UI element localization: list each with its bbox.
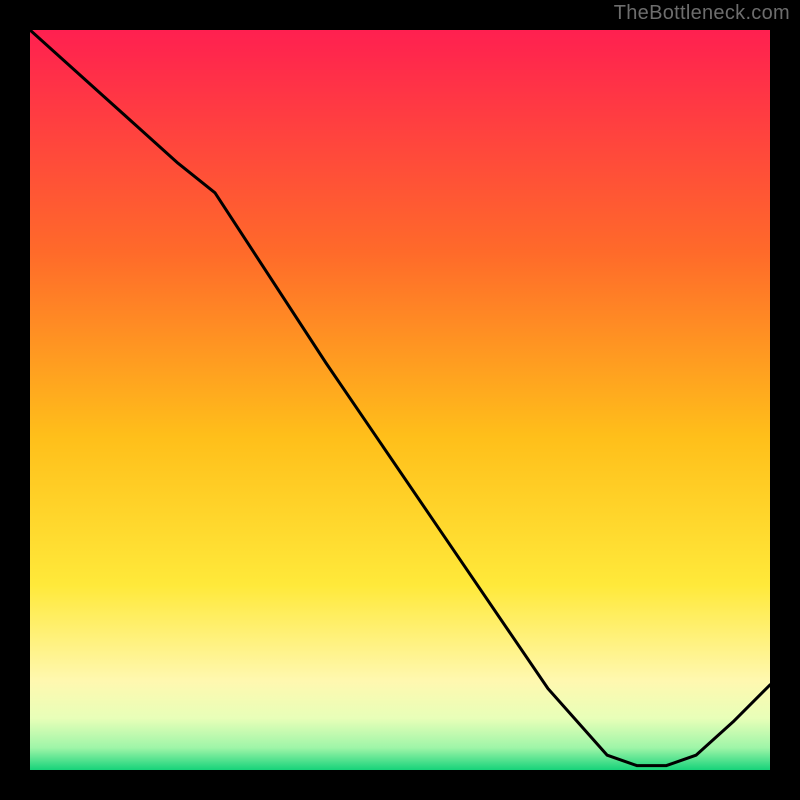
chart-stage: TheBottleneck.com (0, 0, 800, 800)
gradient-background (30, 30, 770, 770)
watermark-text: TheBottleneck.com (614, 2, 790, 25)
plot-area (30, 30, 770, 770)
